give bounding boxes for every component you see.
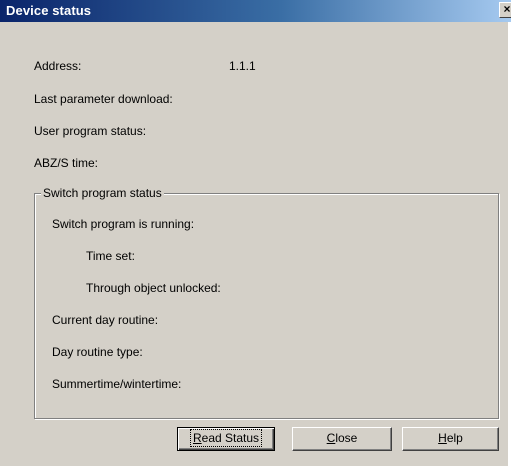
abzs-time-label: ABZ/S time: <box>34 156 99 170</box>
dialog-body: Address: 1.1.1 Last parameter download: … <box>0 22 508 466</box>
help-button[interactable]: Help <box>402 427 499 451</box>
read-status-button[interactable]: Read Status <box>177 427 275 451</box>
close-icon[interactable]: × <box>499 2 511 18</box>
address-value: 1.1.1 <box>229 59 256 73</box>
window-title: Device status <box>6 3 92 18</box>
time-set-label: Time set: <box>86 249 135 263</box>
switch-program-running-label: Switch program is running: <box>52 217 195 231</box>
close-button-label: Close <box>326 431 358 445</box>
last-parameter-download-label: Last parameter download: <box>34 92 173 106</box>
day-routine-type-label: Day routine type: <box>52 345 143 359</box>
read-status-button-label: Read Status <box>189 429 263 447</box>
user-program-status-label: User program status: <box>34 124 147 138</box>
through-object-unlocked-label: Through object unlocked: <box>86 281 221 295</box>
close-button[interactable]: Close <box>292 427 392 451</box>
device-status-dialog: Device status × Address: 1.1.1 Last para… <box>0 0 511 466</box>
group-legend: Switch program status <box>41 186 164 200</box>
address-label: Address: <box>34 59 82 73</box>
summertime-wintertime-label: Summertime/wintertime: <box>52 377 182 391</box>
switch-program-status-group: Switch program status Switch program is … <box>34 186 499 419</box>
title-bar[interactable]: Device status × <box>0 0 511 22</box>
current-day-routine-label: Current day routine: <box>52 313 159 327</box>
help-button-label: Help <box>438 431 463 445</box>
